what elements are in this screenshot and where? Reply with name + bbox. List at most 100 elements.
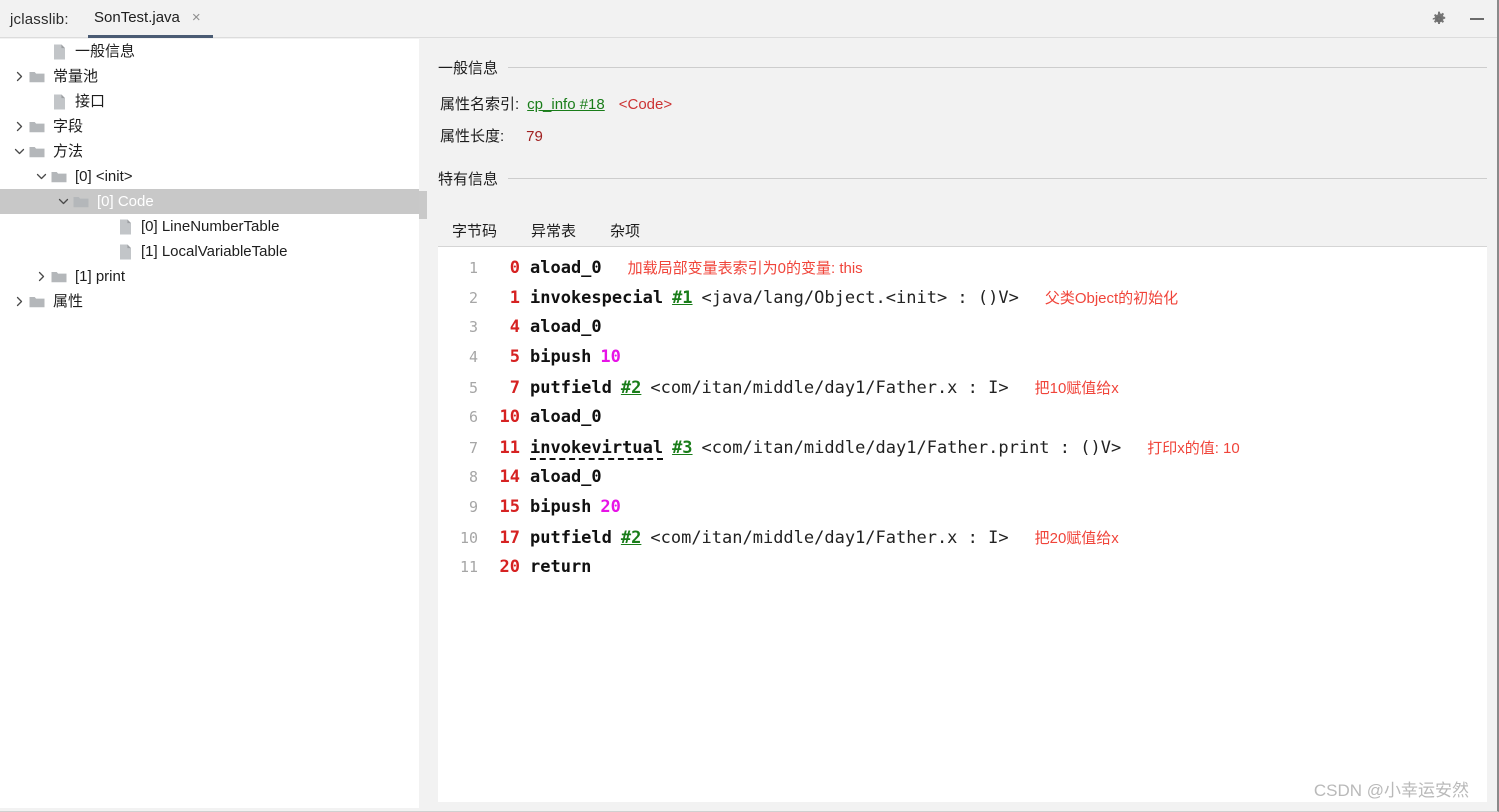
attribute-name-index-row: 属性名索引: cp_info #18 <Code>: [440, 93, 672, 114]
tree-node-label: [1] print: [75, 268, 126, 285]
tree-node-9[interactable]: [1] print: [0, 264, 419, 289]
chevron-right-icon[interactable]: [10, 118, 28, 136]
attribute-name-value: <Code>: [618, 96, 673, 113]
bytecode-opcode: putfield: [530, 528, 612, 548]
attribute-length-value: 79: [526, 128, 543, 145]
tree-node-label: 属性: [53, 293, 84, 310]
chevron-right-icon[interactable]: [10, 68, 28, 86]
bytecode-descriptor: <com/itan/middle/day1/Father.x : I>: [650, 378, 1009, 398]
section-divider: [508, 178, 1487, 179]
bytecode-line: 7 11 invokevirtual #3 <com/itan/middle/day1/…: [438, 437, 1487, 467]
bytecode-line-number: 7: [468, 439, 478, 457]
bytecode-line-number: 2: [468, 289, 478, 307]
tree-node-label: [0] Code: [97, 193, 154, 210]
bytecode-offset: 7: [509, 378, 520, 398]
jclasslib-window: jclasslib: SonTest.java × 一般信息常量池接口字段方法 […: [0, 0, 1499, 812]
bytecode-offset: 15: [499, 497, 520, 517]
attribute-detail-panel: 一般信息 属性名索引: cp_info #18 <Code> 属性长度: 7 9 …: [438, 39, 1495, 808]
window-controls: [1429, 0, 1487, 38]
tree-node-3[interactable]: 字段: [0, 114, 419, 139]
tree-node-6[interactable]: [0] Code: [0, 189, 419, 214]
bytecode-line-number: 3: [468, 318, 478, 336]
bytecode-offset: 10: [499, 407, 520, 427]
tree-node-5[interactable]: [0] <init>: [0, 164, 419, 189]
bytecode-annotation: 把20赋值给x: [1034, 530, 1119, 547]
bytecode-line: 5 7 putfield #2 <com/itan/middle/day1/Father…: [438, 377, 1487, 407]
tree-node-label: 常量池: [53, 68, 99, 85]
bytecode-line-number: 9: [468, 498, 478, 516]
tree-node-4[interactable]: 方法: [0, 139, 419, 164]
general-info-section-header: 一般信息: [438, 57, 1487, 78]
bytecode-annotation: 加载局部变量表索引为0的变量: this: [627, 260, 863, 277]
tree-node-1[interactable]: 常量池: [0, 64, 419, 89]
app-label: jclasslib:: [10, 11, 69, 28]
bytecode-line: 4 5 bipush 10: [438, 347, 1487, 377]
bytecode-offset: 4: [509, 317, 520, 337]
chevron-right-icon[interactable]: [32, 268, 50, 286]
bytecode-opcode: invokespecial: [530, 288, 664, 308]
tree-node-label: 接口: [75, 93, 106, 110]
bytecode-view[interactable]: 1 0 aload_0 加载局部变量表索引为0的变量: this 2 1 invokespe…: [438, 246, 1487, 802]
bytecode-offset: 14: [499, 467, 520, 487]
file-icon: [50, 43, 68, 61]
bytecode-line-number: 8: [468, 468, 478, 486]
specific-info-section-header: 特有信息: [438, 168, 1487, 189]
bytecode-opcode: bipush: [530, 347, 592, 367]
csdn-watermark: CSDN @小幸运安然: [1313, 781, 1469, 800]
close-icon[interactable]: ×: [192, 10, 201, 25]
bytecode-opcode: aload_0: [530, 467, 602, 487]
tree-node-label: 方法: [53, 143, 84, 160]
section-divider: [508, 67, 1487, 68]
bytecode-line-number: 6: [468, 408, 478, 426]
folder-icon: [50, 268, 68, 286]
constant-pool-ref-link[interactable]: #1: [672, 288, 692, 308]
tree-node-7[interactable]: [0] LineNumberTable: [0, 214, 419, 239]
folder-icon: [28, 118, 46, 136]
folder-icon: [28, 143, 46, 161]
bytecode-offset: 0: [509, 258, 520, 278]
panel-splitter[interactable]: [419, 39, 438, 808]
constant-pool-ref-link[interactable]: #3: [672, 438, 692, 458]
bytecode-line: 2 1 invokespecial #1 <java/lang/Object.<init…: [438, 287, 1487, 317]
tree-node-label: [0] LineNumberTable: [141, 218, 280, 235]
bytecode-annotation: 把10赋值给x: [1034, 380, 1119, 397]
tree-node-label: 字段: [53, 118, 84, 135]
bytecode-opcode: aload_0: [530, 317, 602, 337]
tree-node-10[interactable]: 属性: [0, 289, 419, 314]
chevron-down-icon[interactable]: [32, 168, 50, 186]
tree-node-label: [1] LocalVariableTable: [141, 243, 288, 260]
file-tab-sontest[interactable]: SonTest.java ×: [88, 0, 213, 38]
constant-pool-ref-link[interactable]: #2: [621, 378, 641, 398]
bytecode-line-number: 4: [468, 348, 478, 366]
tree-node-0[interactable]: 一般信息: [0, 39, 419, 64]
splitter-grip[interactable]: [419, 191, 427, 219]
bytecode-line-number: 1: [468, 259, 478, 277]
folder-icon: [28, 293, 46, 311]
bytecode-line: 11 20 return: [438, 557, 1487, 587]
chevron-down-icon[interactable]: [10, 143, 28, 161]
bytecode-offset: 20: [499, 557, 520, 577]
file-icon: [50, 93, 68, 111]
minimize-icon[interactable]: [1467, 9, 1487, 29]
tree-node-2[interactable]: 接口: [0, 89, 419, 114]
chevron-right-icon[interactable]: [10, 293, 28, 311]
bytecode-line: 10 17 putfield #2 <com/itan/middle/day1/Fath…: [438, 527, 1487, 557]
bytecode-opcode: putfield: [530, 378, 612, 398]
chevron-down-icon[interactable]: [54, 193, 72, 211]
constant-pool-ref-link[interactable]: #2: [621, 528, 641, 548]
bytecode-line: 1 0 aload_0 加载局部变量表索引为0的变量: this: [438, 257, 1487, 287]
file-icon: [116, 218, 134, 236]
bytecode-line: 9 15 bipush 20: [438, 497, 1487, 527]
class-structure-tree[interactable]: 一般信息常量池接口字段方法 [0] <init> [0] Code [0] LineN…: [0, 39, 419, 808]
bytecode-line: 8 14 aload_0: [438, 467, 1487, 497]
bytecode-line-number: 5: [468, 379, 478, 397]
gear-icon[interactable]: [1429, 9, 1449, 29]
cp-info-link[interactable]: cp_info #18: [527, 96, 605, 113]
tree-node-8[interactable]: [1] LocalVariableTable: [0, 239, 419, 264]
bytecode-offset: 11: [499, 438, 520, 458]
bytecode-opcode: return: [530, 557, 592, 577]
tree-node-label: 一般信息: [75, 43, 136, 60]
